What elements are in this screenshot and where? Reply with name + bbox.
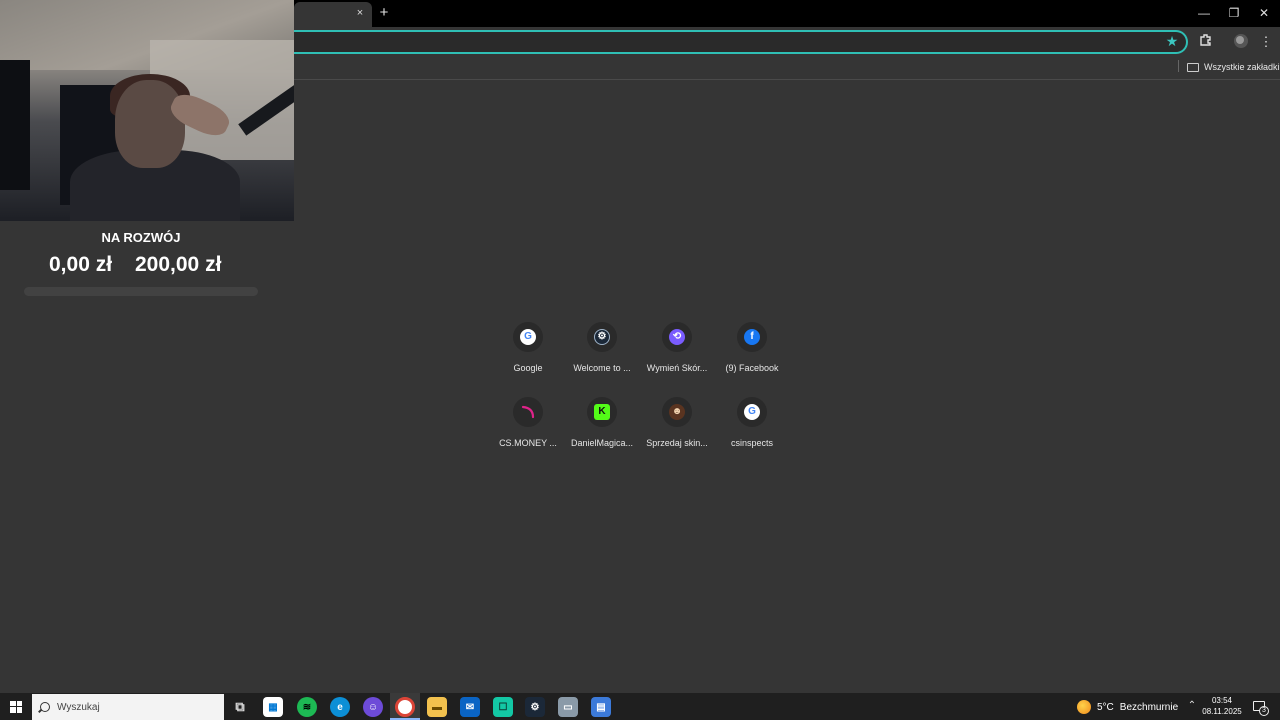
- shortcut-label: Welcome to ...: [573, 363, 631, 373]
- clock-time: 03:54: [1211, 696, 1233, 705]
- tab-close-icon[interactable]: ×: [353, 6, 367, 20]
- new-tab-icon[interactable]: +: [376, 5, 392, 21]
- outlook-icon[interactable]: ✉: [460, 697, 480, 717]
- google-icon: G: [520, 329, 536, 345]
- app-window-icon[interactable]: ▭: [558, 697, 578, 717]
- goal-progress-bar: [24, 287, 258, 296]
- address-bar[interactable]: [280, 30, 1188, 54]
- shortcut-kick[interactable]: K DanielMagica...: [565, 397, 639, 463]
- extensions-icon[interactable]: [1197, 33, 1215, 51]
- shortcut-sprzedaj[interactable]: ☻ Sprzedaj skin...: [640, 397, 714, 463]
- chrome-icon[interactable]: [395, 697, 415, 717]
- shortcut-label: Google: [513, 363, 543, 373]
- windows-logo-icon: [10, 700, 22, 713]
- minimize-icon[interactable]: —: [1194, 4, 1214, 22]
- shortcut-csinspects[interactable]: G csinspects: [715, 397, 789, 463]
- screen: × + — ❐ ✕ ★ ⋮ Wszystkie zakładki NA ROZW…: [0, 0, 1280, 720]
- clock-date: 08.11.2025: [1202, 707, 1242, 716]
- shortcut-label: csinspects: [730, 438, 774, 448]
- steam-icon: ⚙: [594, 329, 610, 345]
- csmoney-icon: [521, 405, 535, 419]
- all-bookmarks-label: Wszystkie zakładki: [1204, 62, 1280, 72]
- search-icon: [40, 702, 50, 712]
- weather-widget[interactable]: 5°C Bezchmurnie: [1077, 697, 1178, 717]
- taskbar-search-input[interactable]: Wyszukaj: [32, 694, 224, 720]
- store-icon[interactable]: ▦: [263, 697, 283, 717]
- calculator-icon[interactable]: ▤: [591, 697, 611, 717]
- menu-kebab-icon[interactable]: ⋮: [1257, 33, 1275, 51]
- search-placeholder: Wyszukaj: [57, 701, 100, 713]
- google-icon: G: [744, 404, 760, 420]
- shortcut-label: Wymień Skór...: [646, 363, 708, 373]
- steam-taskbar-icon[interactable]: ⚙: [525, 697, 545, 717]
- skin-icon: ☻: [669, 404, 685, 420]
- notification-count-badge: 3: [1259, 706, 1269, 716]
- shortcut-label: (9) Facebook: [725, 363, 779, 373]
- spotify-icon[interactable]: ≋: [297, 697, 317, 717]
- restore-icon[interactable]: ❐: [1224, 4, 1244, 22]
- facebook-icon: f: [744, 329, 760, 345]
- discord-icon[interactable]: ☺: [363, 697, 383, 717]
- weather-condition: Bezchmurnie: [1119, 701, 1179, 713]
- goal-title: NA ROZWÓJ: [101, 230, 181, 245]
- taskbar-clock[interactable]: 03:54 08.11.2025: [1200, 695, 1244, 717]
- weather-sun-icon: [1077, 700, 1091, 714]
- tray-chevron-up-icon[interactable]: ⌃: [1186, 699, 1198, 713]
- whatsapp-icon[interactable]: ☐: [493, 697, 513, 717]
- folder-icon: [1187, 62, 1199, 72]
- all-bookmarks-button[interactable]: Wszystkie zakładki: [1187, 59, 1280, 75]
- shortcut-label: CS.MONEY ...: [499, 438, 557, 448]
- shortcut-wymien[interactable]: ⟲ Wymień Skór...: [640, 322, 714, 388]
- task-view-icon[interactable]: ⧉: [230, 697, 250, 717]
- shortcut-google[interactable]: G Google: [491, 322, 565, 388]
- bookmark-star-icon[interactable]: ★: [1164, 33, 1180, 49]
- kick-icon: K: [594, 404, 610, 420]
- shortcut-label: Sprzedaj skin...: [646, 438, 708, 448]
- edge-icon[interactable]: e: [330, 697, 350, 717]
- shortcut-steam[interactable]: ⚙ Welcome to ...: [565, 322, 639, 388]
- bookmarks-separator: [1178, 60, 1179, 72]
- goal-target-amount: 200,00 zł: [135, 253, 222, 276]
- goal-current-amount: 0,00 zł: [49, 253, 113, 276]
- close-icon[interactable]: ✕: [1254, 4, 1274, 22]
- start-button[interactable]: [0, 693, 32, 720]
- exchange-icon: ⟲: [669, 329, 685, 345]
- weather-temp: 5°C: [1097, 701, 1114, 713]
- profile-avatar-icon[interactable]: [1232, 33, 1250, 51]
- shortcut-csmoney[interactable]: CS.MONEY ...: [491, 397, 565, 463]
- file-explorer-icon[interactable]: ▬: [427, 697, 447, 717]
- webcam-overlay: [0, 0, 294, 221]
- shortcut-facebook[interactable]: f (9) Facebook: [715, 322, 789, 388]
- shortcut-label: DanielMagica...: [570, 438, 634, 448]
